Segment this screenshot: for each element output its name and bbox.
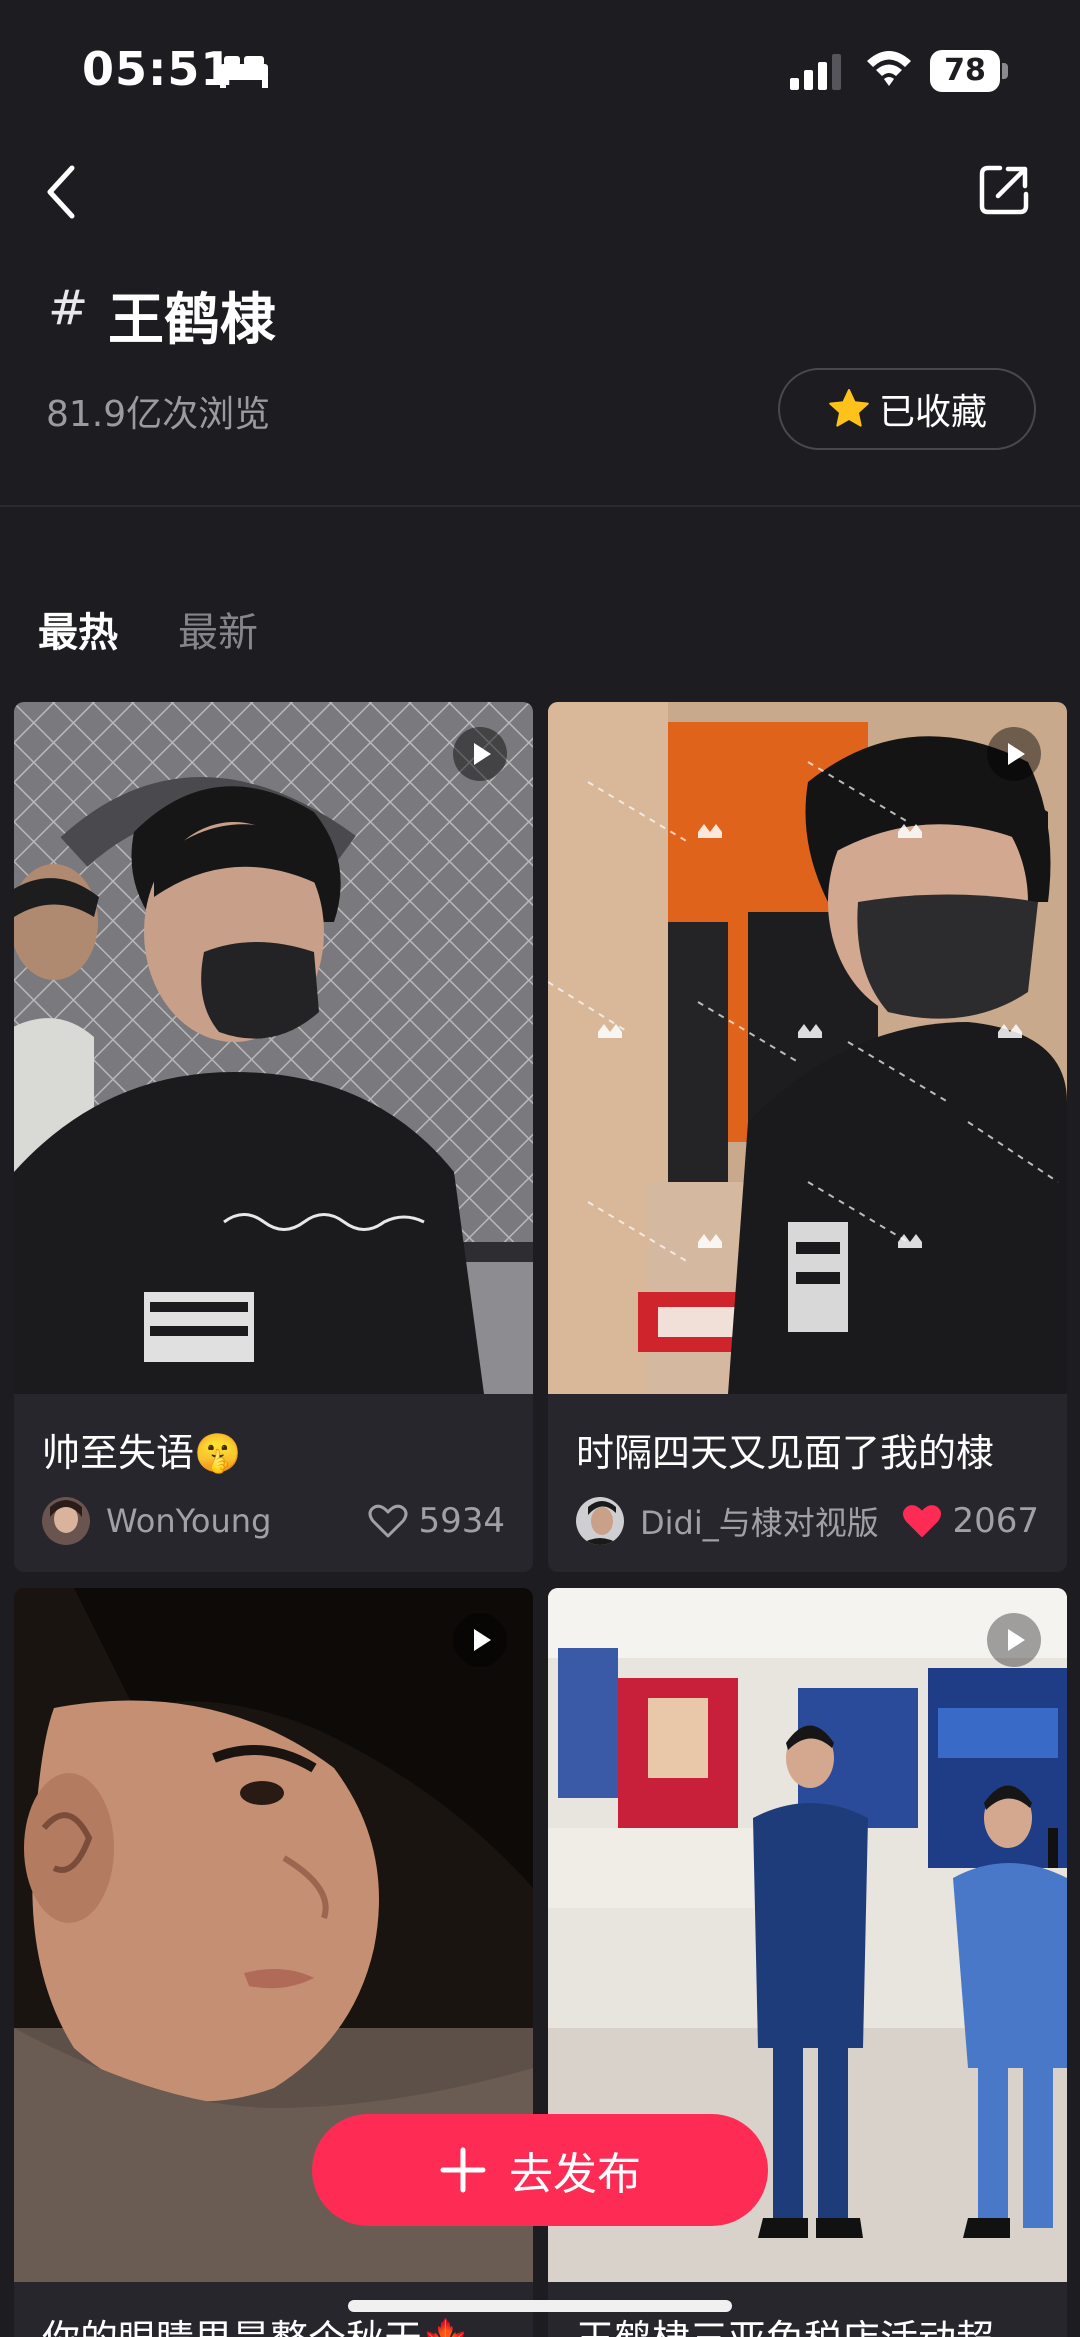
topic-hash: #	[48, 280, 89, 336]
battery-level: 78	[930, 50, 1000, 92]
post-title: 帅至失语🤫	[42, 1431, 242, 1475]
play-icon	[987, 727, 1041, 781]
view-count: 81.9亿次浏览	[46, 394, 271, 435]
bed-icon	[220, 56, 268, 88]
like-count: 5934	[418, 1501, 505, 1541]
star-icon	[829, 389, 869, 427]
post-title: 时隔四天又见面了我的棣	[576, 1431, 995, 1475]
post-thumbnail	[548, 702, 1067, 1394]
author-avatar[interactable]	[42, 1497, 90, 1545]
post-title: 你的眼睛里是整个秋天🍁	[42, 2308, 469, 2337]
post-card[interactable]: 帅至失语🤫 WonYoung 5934	[14, 702, 533, 1572]
battery-indicator: 78	[930, 50, 1008, 92]
share-button[interactable]	[976, 162, 1032, 218]
post-thumbnail	[14, 702, 533, 1394]
collect-button[interactable]: 已收藏	[778, 368, 1036, 450]
author-name[interactable]: Didi_与棣对视版	[640, 1498, 902, 1544]
like-count: 2067	[952, 1501, 1039, 1541]
tab-new[interactable]: 最新	[178, 600, 258, 658]
status-bar: 05:51 78	[0, 0, 1080, 130]
post-card[interactable]: 时隔四天又见面了我的棣 Didi_与棣对视版 2067	[548, 702, 1067, 1572]
post-meta: Didi_与棣对视版 2067	[576, 1496, 1039, 1546]
collect-label: 已收藏	[878, 392, 987, 433]
cellular-signal-icon	[790, 54, 841, 90]
tab-hot[interactable]: 最热	[38, 600, 118, 658]
status-time: 05:51	[82, 42, 234, 96]
play-icon	[987, 1613, 1041, 1667]
home-indicator[interactable]	[348, 2300, 732, 2312]
author-avatar[interactable]	[576, 1497, 624, 1545]
like-heart-icon[interactable]	[368, 1503, 408, 1539]
post-title: 王鹤棣三亚免税店活动超	[576, 2308, 994, 2337]
publish-button[interactable]: 去发布	[312, 2114, 768, 2226]
like-heart-icon[interactable]	[902, 1503, 942, 1539]
play-icon	[453, 1613, 507, 1667]
battery-cap	[1002, 63, 1008, 79]
play-icon	[453, 727, 507, 781]
post-meta: WonYoung 5934	[42, 1496, 505, 1546]
topic-title: 王鹤棣	[108, 288, 276, 353]
publish-label: 去发布	[509, 2149, 641, 2200]
author-name[interactable]: WonYoung	[106, 1502, 368, 1540]
back-button[interactable]	[40, 160, 84, 224]
wifi-icon	[867, 51, 911, 86]
plus-icon	[440, 2147, 486, 2193]
header-divider	[0, 505, 1080, 507]
